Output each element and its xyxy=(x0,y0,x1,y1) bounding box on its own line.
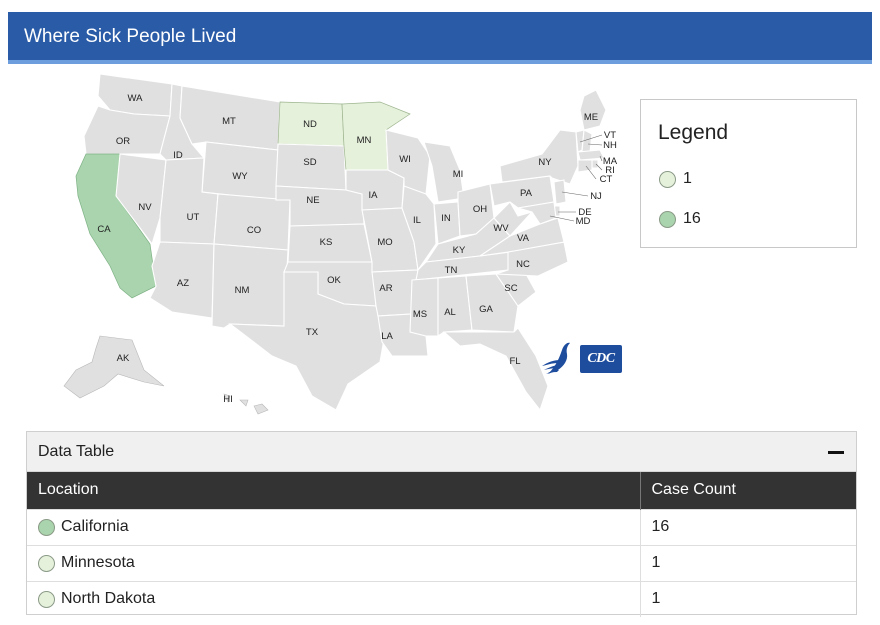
state-label-sd: SD xyxy=(303,157,316,168)
state-label-mo: MO xyxy=(377,237,392,248)
row-color-swatch xyxy=(38,518,55,536)
state-label-ia: IA xyxy=(369,190,379,201)
location-cell: Minnesota xyxy=(27,544,640,581)
case-count-cell: 1 xyxy=(639,544,856,581)
state-nj[interactable] xyxy=(553,179,567,205)
state-label-mi: MI xyxy=(453,169,464,180)
state-label-fl: FL xyxy=(509,356,520,367)
state-label-ms: MS xyxy=(413,309,427,320)
state-label-az: AZ xyxy=(177,278,189,289)
state-label-hi: HI xyxy=(223,394,233,405)
state-label-or: OR xyxy=(116,136,130,147)
location-name: California xyxy=(61,518,129,535)
state-ma[interactable] xyxy=(577,149,605,161)
state-ms[interactable] xyxy=(409,277,439,337)
state-label-ut: UT xyxy=(187,212,200,223)
state-me[interactable] xyxy=(579,89,607,131)
legend-title: Legend xyxy=(658,121,729,144)
state-label-ak: AK xyxy=(117,353,130,364)
state-co[interactable] xyxy=(213,193,291,251)
hhs-eagle-icon xyxy=(540,340,576,378)
state-fl[interactable] xyxy=(442,327,549,412)
state-label-ct: CT xyxy=(600,174,613,185)
state-label-id: ID xyxy=(173,150,183,161)
state-ct[interactable] xyxy=(577,159,593,173)
page-header: Where Sick People Lived xyxy=(8,12,872,64)
state-label-ar: AR xyxy=(379,283,392,294)
location-cell: California xyxy=(27,508,640,545)
column-header-case-count: Case Count xyxy=(639,472,856,509)
data-table-header: Data Table xyxy=(27,432,856,472)
table-row: North Dakota 1 xyxy=(27,580,856,617)
state-label-wa: WA xyxy=(128,93,144,104)
data-table-title: Data Table xyxy=(38,443,115,460)
legend-label: 1 xyxy=(683,170,692,187)
state-label-sc: SC xyxy=(504,283,517,294)
row-color-swatch xyxy=(38,554,55,572)
state-label-nj: NJ xyxy=(590,191,602,202)
state-nm[interactable] xyxy=(211,243,289,329)
map-legend: Legend 1 16 xyxy=(640,99,857,248)
legend-item: 16 xyxy=(659,209,701,229)
table-row: Minnesota 1 xyxy=(27,544,856,581)
case-count-cell: 1 xyxy=(639,580,856,617)
data-table-panel: Data Table Location Case Count Californi… xyxy=(26,431,857,617)
state-label-mn: MN xyxy=(357,135,372,146)
legend-swatch xyxy=(659,170,676,188)
location-name: North Dakota xyxy=(61,590,156,607)
state-ak[interactable] xyxy=(63,335,165,399)
state-label-ne: NE xyxy=(306,195,319,206)
state-label-pa: PA xyxy=(520,188,533,199)
state-label-ky: KY xyxy=(453,245,466,256)
state-label-la: LA xyxy=(381,331,393,342)
column-header-location: Location xyxy=(27,472,640,509)
location-name: Minnesota xyxy=(61,554,135,571)
page-title: Where Sick People Lived xyxy=(24,26,237,47)
state-label-co: CO xyxy=(247,225,261,236)
state-label-nm: NM xyxy=(235,285,250,296)
state-label-tx: TX xyxy=(306,327,319,338)
state-label-al: AL xyxy=(444,307,456,318)
state-label-nc: NC xyxy=(516,259,530,270)
state-label-ca: CA xyxy=(97,224,111,235)
state-label-in: IN xyxy=(441,213,451,224)
table-row: California 16 xyxy=(27,508,856,545)
cdc-logo-text: CDC xyxy=(587,351,615,366)
minus-icon[interactable] xyxy=(826,445,846,459)
state-label-ks: KS xyxy=(320,237,333,248)
legend-swatch xyxy=(659,210,676,228)
data-table: Location Case Count California 16 Minnes… xyxy=(27,472,856,617)
state-label-mt: MT xyxy=(222,116,236,127)
state-label-wv: WV xyxy=(493,223,509,234)
table-header-row: Location Case Count xyxy=(27,472,856,509)
state-label-nv: NV xyxy=(138,202,152,213)
state-label-wy: WY xyxy=(232,171,248,182)
state-label-ga: GA xyxy=(479,304,493,315)
row-color-swatch xyxy=(38,590,55,608)
legend-label: 16 xyxy=(683,210,701,227)
state-label-va: VA xyxy=(517,233,530,244)
legend-item: 1 xyxy=(659,169,692,189)
state-label-ny: NY xyxy=(538,157,552,168)
cdc-logo: CDC xyxy=(580,345,622,373)
state-label-il: IL xyxy=(413,215,421,226)
case-count-cell: 16 xyxy=(639,508,856,545)
state-label-tn: TN xyxy=(445,265,458,276)
state-label-wi: WI xyxy=(399,154,411,165)
location-cell: North Dakota xyxy=(27,580,640,617)
state-label-nh: NH xyxy=(603,140,617,151)
state-label-me: ME xyxy=(584,112,598,123)
state-label-ok: OK xyxy=(327,275,341,286)
state-label-nd: ND xyxy=(303,119,317,130)
state-label-oh: OH xyxy=(473,204,487,215)
state-label-md: MD xyxy=(576,216,591,227)
state-ri[interactable] xyxy=(591,159,599,169)
